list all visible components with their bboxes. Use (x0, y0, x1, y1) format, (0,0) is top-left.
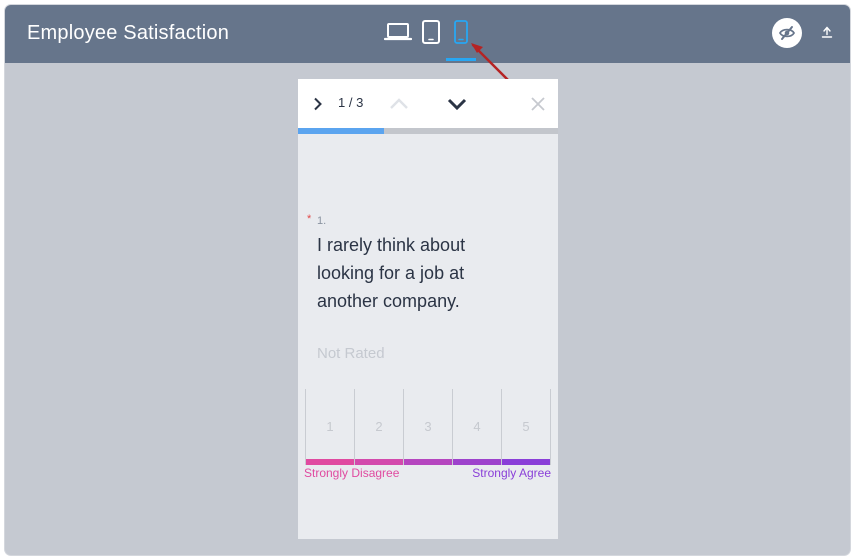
rating-option-label: 4 (473, 419, 481, 434)
next-question-button[interactable] (308, 94, 328, 114)
rating-color-bar (355, 459, 403, 465)
close-preview-button[interactable] (528, 94, 548, 114)
rating-color-bar (502, 459, 550, 465)
selected-device-indicator (446, 58, 476, 61)
chevron-right-icon (314, 97, 322, 111)
progress-fill (298, 128, 384, 134)
eye-slash-icon (778, 26, 796, 40)
rating-option-label: 2 (375, 419, 383, 434)
hide-preview-button[interactable] (772, 18, 802, 48)
upload-icon (821, 26, 833, 38)
rating-option-label: 5 (522, 419, 530, 434)
question-counter: 1 / 3 (338, 95, 364, 110)
required-marker: * (307, 213, 312, 225)
chevron-down-icon (447, 98, 467, 110)
app-window: Employee Satisfaction 1 / 3 * 1. I rarel… (5, 5, 850, 555)
export-button[interactable] (818, 23, 836, 41)
previous-question-button[interactable] (388, 93, 410, 115)
chevron-up-icon (390, 98, 408, 109)
rating-scale: 1 2 3 4 5 (305, 389, 551, 465)
rating-color-bar (453, 459, 501, 465)
phone-preview-button[interactable] (446, 17, 476, 47)
rating-option-2[interactable]: 2 (354, 389, 403, 465)
desktop-preview-button[interactable] (383, 17, 413, 47)
rating-option-3[interactable]: 3 (403, 389, 452, 465)
rating-option-1[interactable]: 1 (305, 389, 354, 465)
progress-bar (298, 128, 558, 134)
close-icon (531, 97, 545, 111)
tablet-preview-button[interactable] (416, 17, 446, 47)
top-bar: Employee Satisfaction (5, 5, 850, 63)
scale-high-label: Strongly Agree (472, 466, 551, 480)
question-number: 1. (317, 215, 327, 227)
next-question-down-button[interactable] (446, 93, 468, 115)
phone-icon (454, 20, 468, 44)
laptop-icon (384, 23, 412, 41)
question-navigation: 1 / 3 (298, 79, 558, 128)
rating-option-5[interactable]: 5 (501, 389, 551, 465)
tablet-icon (422, 20, 440, 44)
rating-color-bar (404, 459, 452, 465)
rating-color-bar (306, 459, 354, 465)
question-text: I rarely think about looking for a job a… (317, 235, 466, 311)
page-title: Employee Satisfaction (27, 22, 230, 44)
rating-option-label: 3 (424, 419, 432, 434)
scale-low-label: Strongly Disagree (304, 466, 400, 480)
rating-option-label: 1 (326, 419, 334, 434)
rating-option-4[interactable]: 4 (452, 389, 501, 465)
rating-status: Not Rated (317, 345, 385, 362)
phone-preview: 1 / 3 * 1. I rarely think about looking … (298, 79, 558, 539)
